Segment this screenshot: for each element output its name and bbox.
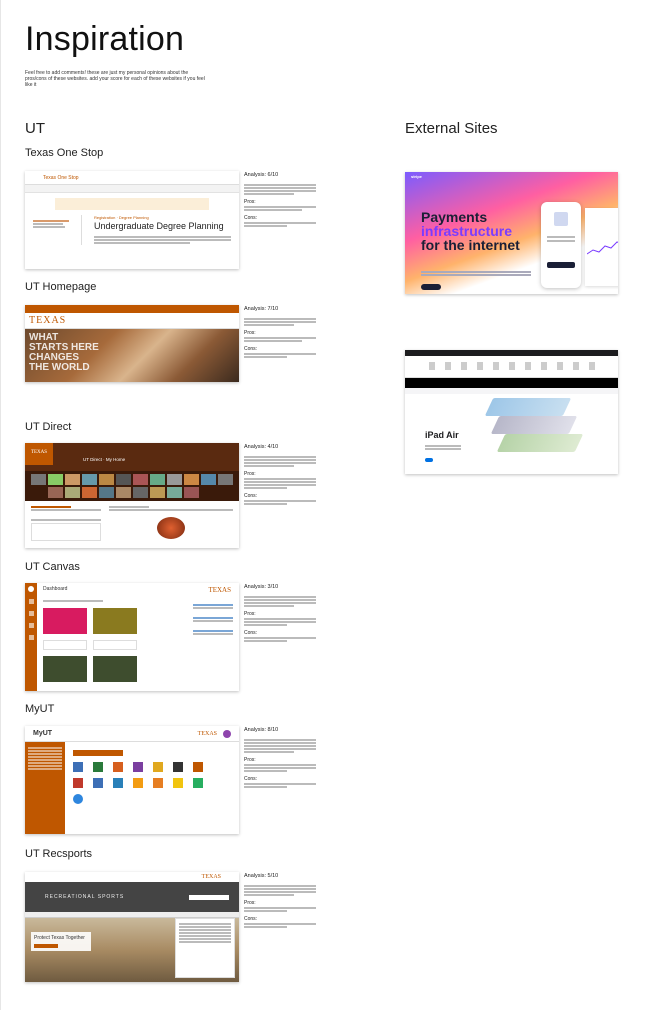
shot-brand: TEXAS [208,586,231,594]
shot-brand: Texas One Stop [43,174,79,181]
intro-note: Feel free to add comments! these are jus… [25,70,205,88]
stripe-logo: stripe [411,173,422,179]
analysis-score: Analysis: 4/10 [244,444,279,450]
shot-hero-text: WHAT STARTS HERE CHANGES THE WORLD [29,332,99,373]
shot-hero-text: Protect Texas Together [34,935,85,941]
analysis-score: Analysis: 7/10 [244,306,279,312]
analysis-ut-recsports: Analysis: 5/10 Pros: Cons: [244,873,316,929]
shot-headline: Dashboard [43,586,68,592]
analysis-myut: Analysis: 8/10 Pros: Cons: [244,727,316,789]
analysis-texas-one-stop: Analysis: 6/10 Pros: Cons: [244,172,316,228]
analysis-score: Analysis: 6/10 [244,172,279,178]
stripe-chart-icon [586,241,618,255]
analysis-ut-direct: Analysis: 4/10 Pros: Cons: [244,444,316,506]
ut-column-heading: UT [25,120,45,137]
external-column-heading: External Sites [405,120,498,137]
shot-logo: TEXAS [201,874,221,880]
screenshot-ut-direct[interactable]: TEXAS UT Direct · My Home [25,443,239,548]
site-label-ut-direct: UT Direct [25,421,72,433]
screenshot-apple[interactable]: iPad Air [405,350,618,474]
analysis-ut-homepage: Analysis: 7/10 Pros: Cons: [244,306,316,359]
screenshot-myut[interactable]: MyUT TEXAS [25,726,239,834]
shot-logo: TEXAS [197,730,217,737]
screenshot-ut-recsports[interactable]: TEXAS RECREATIONAL SPORTS Protect Texas … [25,872,239,982]
screenshot-stripe[interactable]: stripe Payments infrastructure for the i… [405,172,618,294]
stripe-headline-2: infrastructure [421,223,513,239]
shot-headline: UT Direct · My Home [83,457,126,462]
site-label-ut-canvas: UT Canvas [25,561,80,573]
screenshot-texas-one-stop[interactable]: Texas One Stop Registration · Degree Pla… [25,171,239,269]
site-label-ut-homepage: UT Homepage [25,281,97,293]
screenshot-ut-canvas[interactable]: Dashboard TEXAS [25,583,239,691]
stripe-headline-3: for the internet [421,237,520,253]
shot-brand: MyUT [33,730,53,737]
shot-brand: RECREATIONAL SPORTS [45,894,125,900]
site-label-myut: MyUT [25,703,55,715]
apple-product-title: iPad Air [425,430,459,440]
screenshot-ut-homepage[interactable]: TEXAS WHAT STARTS HERE CHANGES THE WORLD [25,305,239,382]
site-label-ut-recsports: UT Recsports [25,848,93,860]
analysis-score: Analysis: 8/10 [244,727,279,733]
page-title: Inspiration [25,20,185,58]
analysis-ut-canvas: Analysis: 3/10 Pros: Cons: [244,584,316,643]
analysis-score: Analysis: 3/10 [244,584,279,590]
site-label-texas-one-stop: Texas One Stop [25,147,104,159]
analysis-score: Analysis: 5/10 [244,873,279,879]
design-canvas: Inspiration Feel free to add comments! t… [0,0,672,1010]
shot-brand: TEXAS [25,443,53,465]
shot-headline: Undergraduate Degree Planning [94,221,224,231]
stripe-headline-1: Payments [421,209,488,225]
shot-brand: TEXAS [29,315,67,326]
